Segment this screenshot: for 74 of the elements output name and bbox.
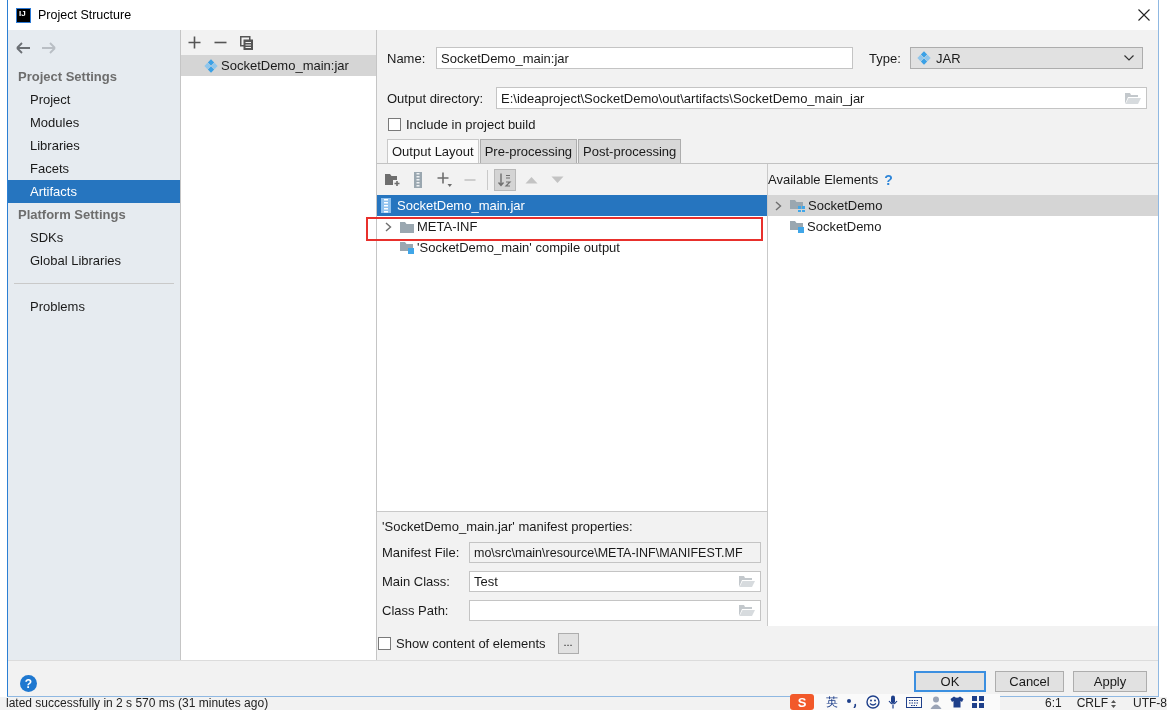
add-icon[interactable] [436, 172, 452, 187]
punctuation-icon[interactable] [846, 696, 858, 708]
tab[interactable]: Post-processing [578, 139, 682, 163]
status-message: lated successfully in 2 s 570 ms (31 minutes ago) [6, 697, 269, 710]
module-folder-icon [790, 199, 805, 212]
field-label: Manifest File: [382, 545, 461, 560]
sidebar-heading: Platform Settings [17, 206, 127, 224]
back-arrow-icon[interactable] [16, 41, 30, 54]
dialog-button[interactable]: OK [914, 671, 986, 692]
file-encoding[interactable]: UTF-8 [1133, 697, 1167, 710]
dialog-button[interactable]: Apply [1073, 671, 1147, 692]
cursor-position[interactable]: 6:1 [1044, 697, 1062, 710]
sidebar-item[interactable]: Libraries [8, 134, 180, 157]
checkbox-label[interactable]: Include in project build [406, 116, 536, 132]
line-separator[interactable]: CRLF [1076, 697, 1108, 710]
tree-row[interactable]: META-INF [377, 216, 767, 237]
person-icon[interactable] [930, 695, 942, 709]
sidebar-item[interactable]: Problems [8, 295, 180, 318]
artifact-icon [917, 51, 931, 65]
sidebar-item[interactable]: Modules [8, 111, 180, 134]
input-mode[interactable]: 英 [826, 693, 838, 710]
name-field[interactable]: SocketDemo_main:jar [436, 47, 853, 69]
help-button[interactable]: ? [20, 675, 37, 692]
tree-row[interactable]: 'SocketDemo_main' compile output [377, 237, 767, 258]
field-label: Type: [869, 50, 902, 66]
text-field[interactable] [469, 600, 761, 621]
chevron-right-icon[interactable] [384, 221, 392, 232]
dialog-button[interactable]: Cancel [995, 671, 1064, 692]
text-field[interactable]: mo\src\main\resource\META-INF\MANIFEST.MF [469, 542, 761, 563]
artifact-item[interactable]: SocketDemo_main:jar [181, 55, 376, 76]
checkbox-label[interactable]: Show content of elements [396, 635, 546, 651]
field-label: Name: [387, 50, 427, 66]
sidebar-item[interactable]: Project [8, 88, 180, 111]
more-button[interactable]: ... [557, 632, 579, 654]
output-folder-icon [400, 241, 414, 254]
sidebar-heading: Project Settings [17, 68, 118, 86]
sidebar-item[interactable]: SDKs [8, 226, 180, 249]
chevron-right-icon[interactable] [774, 200, 782, 211]
tab[interactable]: Output Layout [387, 139, 479, 163]
checkbox[interactable] [378, 636, 391, 650]
up-down-icon [1111, 699, 1116, 708]
shirt-icon[interactable] [950, 696, 964, 708]
sidebar-item[interactable]: Global Libraries [8, 249, 180, 272]
sidebar-item[interactable]: Artifacts [8, 180, 180, 203]
smiley-icon[interactable] [866, 695, 880, 709]
window-title: Project Structure [38, 8, 132, 22]
copy-icon[interactable] [240, 35, 253, 50]
checkbox[interactable] [388, 117, 401, 131]
field-label: Output directory: [387, 90, 485, 106]
field-label: Main Class: [382, 574, 451, 589]
tab[interactable]: Pre-processing [479, 139, 578, 163]
artifact-icon [204, 58, 218, 73]
folder-icon [400, 220, 414, 233]
app-logo: IJ [16, 7, 31, 23]
close-icon[interactable] [1138, 9, 1150, 21]
sidebar-item[interactable]: Facets [8, 157, 180, 180]
microphone-icon[interactable] [888, 695, 898, 709]
type-dropdown[interactable]: JAR [910, 47, 1143, 69]
archive-icon [381, 198, 391, 213]
archive-icon[interactable] [414, 171, 422, 188]
text-field[interactable]: Test [469, 571, 761, 592]
field-label: Class Path: [382, 603, 450, 618]
output-folder-icon [790, 220, 804, 233]
tree-row[interactable]: SocketDemo [768, 216, 1158, 237]
tree-row[interactable]: SocketDemo [768, 195, 1158, 216]
keyboard-icon[interactable] [906, 696, 922, 708]
chevron-down-icon [1124, 55, 1134, 61]
grid-icon[interactable] [972, 696, 984, 708]
panel-title: Available Elements [768, 172, 879, 187]
output-directory-field[interactable]: E:\ideaproject\SocketDemo\out\artifacts\SocketDemo_main_jar [496, 87, 1147, 109]
new-folder-icon[interactable] [384, 173, 400, 186]
tree-row[interactable]: SocketDemo_main.jar [377, 195, 767, 216]
add-icon[interactable] [188, 36, 201, 49]
section-title: 'SocketDemo_main.jar' manifest properties: [382, 519, 634, 535]
